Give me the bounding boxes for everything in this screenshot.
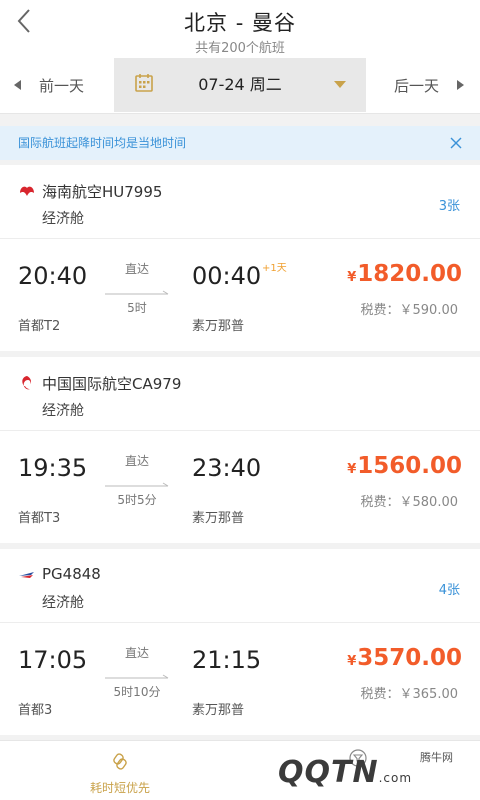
flight-card[interactable]: 海南航空HU7995 经济舱 3张 20:40 首都T2 直达 5时 00:40…	[0, 165, 480, 351]
flight-type: 直达	[124, 262, 149, 276]
price-value: 1820.00	[357, 261, 462, 287]
timezone-notice: 国际航班起降时间均是当地时间	[0, 126, 480, 160]
selected-date: 07-24 周二	[198, 75, 282, 94]
watermark-brand: QQTN	[278, 755, 379, 790]
bottom-bar: 耗时短优先 QQTN.com 腾牛网	[0, 740, 480, 800]
flight-card-header: 中国国际航空CA979 经济舱	[0, 357, 480, 431]
date-picker[interactable]: 07-24 周二	[114, 58, 366, 112]
route-title: 北京 - 曼谷	[184, 11, 296, 35]
time-sort-icon	[113, 753, 127, 770]
bangkok-airways-logo-icon	[19, 572, 34, 578]
hainan-airlines-logo-icon	[20, 186, 34, 196]
airline-name: 海南航空HU7995	[42, 183, 163, 201]
watermark-domain: .com	[378, 771, 413, 785]
price: ¥1820.00	[347, 261, 462, 287]
tax: 税费：￥365.00	[360, 687, 459, 702]
flight-duration: 5时	[127, 301, 147, 315]
date-bar: 前一天 07-24 周二 后一天	[0, 58, 480, 114]
notice-text: 国际航班起降时间均是当地时间	[18, 136, 187, 150]
price-value: 1560.00	[357, 453, 462, 479]
currency-symbol: ¥	[347, 270, 357, 285]
prev-day-button[interactable]: 前一天	[14, 58, 84, 114]
departure-time: 19:35	[18, 454, 88, 482]
departure-time: 20:40	[18, 262, 88, 290]
flight-arrow-icon	[105, 482, 169, 487]
next-day-button[interactable]: 后一天	[394, 58, 464, 114]
close-icon[interactable]	[450, 137, 462, 149]
prev-day-label: 前一天	[39, 77, 85, 95]
watermark-logo: QQTN.com	[278, 755, 412, 790]
flight-count: 共有200个航班	[195, 41, 285, 56]
next-day-label: 后一天	[393, 77, 439, 95]
flight-card-header: 海南航空HU7995 经济舱 3张	[0, 165, 480, 239]
caret-down-icon	[334, 81, 346, 88]
sort-duration-tab[interactable]: 耗时短优先	[80, 741, 160, 800]
tax: 税费：￥590.00	[360, 303, 459, 318]
price: ¥1560.00	[347, 453, 462, 479]
flight-duration: 5时5分	[117, 493, 157, 507]
flight-duration: 5时10分	[113, 685, 161, 699]
arrival-airport: 素万那普	[192, 703, 245, 718]
header: 北京 - 曼谷 共有200个航班	[0, 0, 480, 58]
airline-name: PG4848	[42, 565, 101, 583]
ticket-count: 4张	[438, 583, 460, 598]
air-china-logo-icon	[22, 376, 31, 390]
arrival-time: 23:40	[192, 454, 262, 482]
triangle-left-icon	[14, 80, 21, 90]
arrival-airport: 素万那普	[192, 319, 245, 334]
watermark-text: 腾牛网	[420, 751, 453, 764]
currency-symbol: ¥	[347, 462, 357, 477]
tax: 税费：￥580.00	[360, 495, 459, 510]
currency-symbol: ¥	[347, 654, 357, 669]
cabin-class: 经济舱	[42, 211, 84, 227]
flight-arrow-icon	[105, 674, 169, 679]
arrival-time: 00:40	[192, 262, 262, 290]
airline-name: 中国国际航空CA979	[42, 375, 182, 393]
departure-time: 17:05	[18, 646, 88, 674]
price-value: 3570.00	[357, 645, 462, 671]
flight-type: 直达	[124, 454, 149, 468]
ticket-count: 3张	[438, 199, 460, 214]
flight-arrow-icon	[105, 290, 169, 295]
departure-airport: 首都T2	[18, 319, 61, 334]
flight-card-header: PG4848 经济舱 4张	[0, 549, 480, 623]
arrival-airport: 素万那普	[192, 511, 245, 526]
sort-label: 耗时短优先	[89, 781, 150, 795]
cabin-class: 经济舱	[42, 595, 84, 611]
flight-type: 直达	[124, 646, 149, 660]
price: ¥3570.00	[347, 645, 462, 671]
flight-card[interactable]: 中国国际航空CA979 经济舱 19:35 首都T3 直达 5时5分 23:40…	[0, 357, 480, 543]
flight-card[interactable]: PG4848 经济舱 4张 17:05 首都3 直达 5时10分 21:15 素…	[0, 549, 480, 735]
departure-airport: 首都T3	[18, 511, 61, 526]
arrival-time: 21:15	[192, 646, 262, 674]
next-day-badge: +1天	[262, 263, 287, 274]
cabin-class: 经济舱	[42, 403, 84, 419]
triangle-right-icon	[457, 80, 464, 90]
departure-airport: 首都3	[18, 703, 53, 718]
